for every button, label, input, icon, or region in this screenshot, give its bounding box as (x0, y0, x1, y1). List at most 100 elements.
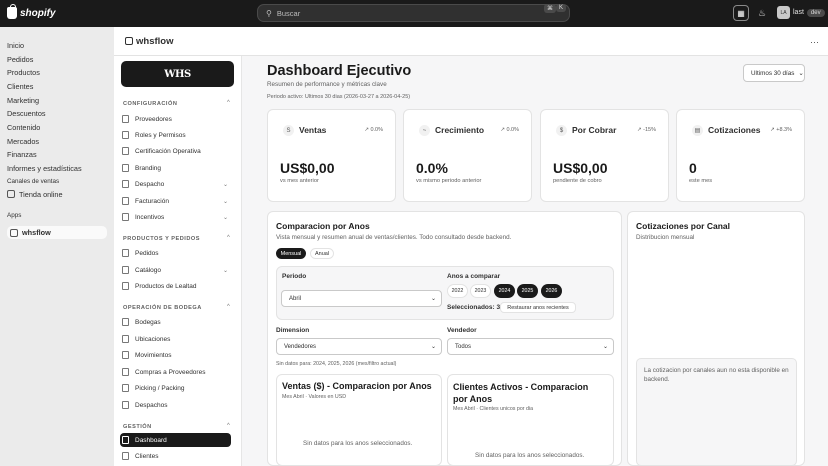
nav-item[interactable]: Ubicaciones (120, 332, 231, 346)
chevron-up-icon[interactable]: ^ (227, 423, 230, 429)
sidebar-item-label: Clientes (7, 81, 34, 91)
sales-card-subtitle: Mes Abril · Valores en USD (282, 394, 347, 400)
nav-item-label: Picking / Packing (135, 384, 185, 392)
seller-select[interactable]: Todos ⌄ (447, 338, 614, 355)
account-menu[interactable]: LA last dev (777, 6, 825, 19)
nav-item-label: Proveedores (135, 115, 172, 123)
nav-item[interactable]: Clientes (120, 449, 231, 463)
years-label: Anos a comparar (447, 273, 501, 280)
kpi-delta-value: 0.0% (506, 127, 519, 133)
nav-item[interactable]: Movimientos (120, 348, 231, 362)
apps-label[interactable]: Apps (7, 212, 21, 219)
chevron-up-icon[interactable]: ^ (227, 304, 230, 310)
nav-item[interactable]: Dashboard (120, 433, 231, 447)
nav-item-label: Movimientos (135, 351, 172, 359)
chevron-up-icon[interactable]: ^ (227, 235, 230, 241)
nav-icon (122, 436, 129, 444)
nav-item[interactable]: Despacho ⌄ (120, 177, 231, 191)
kpi-note: vs mes anterior (280, 178, 319, 184)
search-placeholder: Buscar (276, 8, 301, 18)
search-bar[interactable]: ⚲ Buscar (257, 4, 570, 22)
sidebar-item-label: Pedidos (7, 54, 34, 64)
kpi-delta: ↗ 0.0% (500, 127, 519, 133)
sidebar-item[interactable]: Pedidos (7, 53, 107, 65)
dimension-value: Vendedores (284, 343, 317, 350)
seller-value: Todos (455, 343, 472, 350)
nav-icon (122, 131, 129, 139)
date-range-select[interactable]: Ultimos 30 días ⌄ (743, 64, 805, 82)
nav-item-label: Ubicaciones (135, 335, 171, 343)
nav-item[interactable]: Incentivos ⌄ (120, 210, 231, 224)
nav-item[interactable]: Proveedores (120, 112, 231, 126)
year-chip[interactable]: 2022 (447, 284, 468, 298)
dimension-select[interactable]: Vendedores ⌄ (276, 338, 442, 355)
sidebar-item[interactable]: Productos (7, 66, 107, 78)
nav-item[interactable]: Bodegas (120, 315, 231, 329)
chevron-down-icon: ⌄ (222, 267, 228, 274)
kpi-card: ▤ Cotizaciones ↗ +8.3% 0 este mes (676, 109, 805, 202)
nav-item[interactable]: Despachos (120, 398, 231, 412)
kpi-value: US$0,00 (553, 160, 608, 176)
period-select[interactable]: Abril ⌄ (281, 290, 442, 307)
nav-item[interactable]: Compras a Proveedores (120, 365, 231, 379)
period-label: Periodo (282, 273, 307, 280)
sidebar-item[interactable]: Descuentos (7, 107, 107, 119)
nav-icon (122, 249, 129, 257)
nav-item[interactable]: Roles y Permisos (120, 128, 231, 142)
chevron-down-icon: ⌄ (222, 198, 228, 205)
kpi-note: vs mismo periodo anterior (416, 178, 482, 184)
sidebar-item[interactable]: Informes y estadísticas (7, 162, 107, 174)
bell-icon[interactable]: ♨ (758, 8, 766, 19)
nav-item[interactable]: Branding (120, 161, 231, 175)
sidebar-item[interactable]: Marketing (7, 94, 107, 106)
tab-mensual[interactable]: Mensual (276, 248, 306, 259)
year-chip[interactable]: 2026 (541, 284, 562, 298)
chevron-up-icon[interactable]: ^ (227, 100, 230, 106)
nav-item[interactable]: Catálogo ⌄ (120, 263, 231, 277)
search-icon: ⚲ (266, 8, 272, 18)
nav-item[interactable]: Pedidos (120, 246, 231, 260)
kpi-delta: ↗ 0.0% (364, 127, 383, 133)
sidebar-item[interactable]: Clientes (7, 80, 107, 92)
nav-icon (122, 318, 129, 326)
kpi-icon: ▤ (692, 125, 703, 136)
year-chip[interactable]: 2023 (470, 284, 491, 298)
channel-note: La cotizacion por canales aun no esta di… (644, 367, 789, 383)
sales-channels-label[interactable]: Canales de ventas (7, 178, 59, 185)
sidebar-item[interactable]: Mercados (7, 135, 107, 147)
nav-item-label: Incentivos (135, 213, 165, 221)
sidebar-item[interactable]: Contenido (7, 121, 107, 133)
tab-anual[interactable]: Anual (310, 248, 334, 259)
kpi-card: $ Por Cobrar ↗ -15% US$0,00 pendiente de cob… (540, 109, 669, 202)
nav-item-label: Bodegas (135, 318, 161, 326)
shopify-logo[interactable]: shopify (7, 4, 56, 19)
compare-subtitle: Vista mensual y resumen anual de ventas/… (276, 234, 512, 241)
sidebar-item[interactable]: Inicio (7, 39, 107, 51)
nav-item[interactable]: Productos de Lealtad (120, 279, 231, 293)
restore-years-button[interactable]: Restaurar anos recientes (500, 302, 576, 313)
year-chip[interactable]: 2024 (494, 284, 515, 298)
kpi-value: US$0,00 (280, 160, 335, 176)
nav-icon (122, 452, 129, 460)
channel-title: Cotizaciones por Canal (636, 221, 730, 231)
kpi-icon: $ (556, 125, 567, 136)
store-icon[interactable]: ▦ (733, 5, 749, 21)
sidebar-item-label: Descuentos (7, 108, 46, 118)
nav-item-label: Dashboard (135, 436, 167, 444)
nav-item[interactable]: Certificación Operativa (120, 144, 231, 158)
year-chip[interactable]: 2025 (517, 284, 538, 298)
kpi-delta-value: +8.3% (776, 127, 792, 133)
sidebar-item-label: Inicio (7, 40, 25, 50)
channel-label: Tienda online (19, 189, 63, 199)
nav-item[interactable]: Facturación ⌄ (120, 194, 231, 208)
sidebar-item-tienda-online[interactable]: Tienda online (7, 188, 107, 200)
sidebar-item[interactable]: Finanzas (7, 148, 107, 160)
more-options-icon[interactable]: ⋯ (810, 37, 819, 48)
sidebar-item-whsflow[interactable]: whsflow (7, 226, 107, 239)
app-icon (125, 37, 133, 45)
period-value: Abril (289, 295, 302, 302)
selected-count: Seleccionados: 3 (447, 304, 501, 311)
nav-item[interactable]: Picking / Packing (120, 381, 231, 395)
channel-subtitle: Distribucion mensual (636, 234, 695, 241)
nav-icon (122, 351, 129, 359)
